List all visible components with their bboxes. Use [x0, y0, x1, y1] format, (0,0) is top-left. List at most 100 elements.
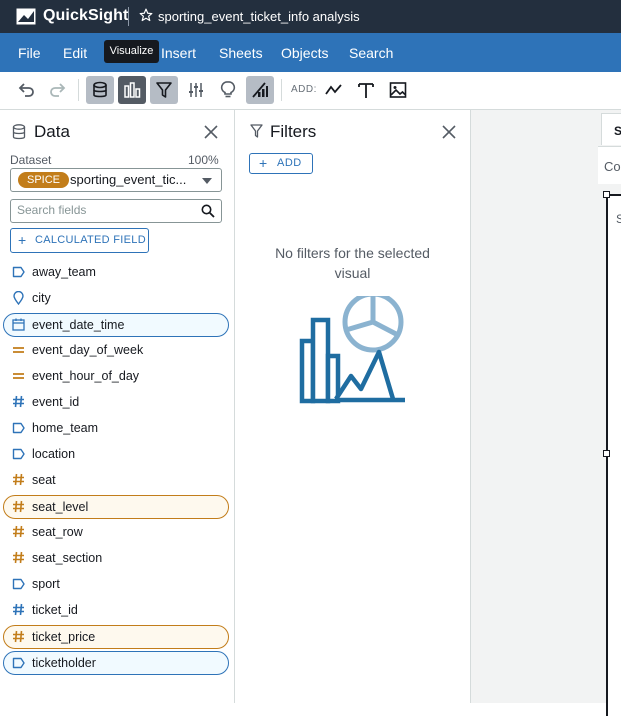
dataset-label: Dataset — [10, 153, 52, 167]
menu-insert[interactable]: Insert — [161, 45, 196, 61]
calculated-field-label: CALCULATED FIELD — [35, 234, 146, 246]
data-panel: Data Dataset 100% SPICE sporting_event_t… — [0, 110, 235, 703]
dimension-tag-icon — [12, 447, 25, 465]
plus-icon: + — [259, 155, 268, 171]
plus-icon: + — [18, 232, 27, 248]
brand-name[interactable]: QuickSight — [43, 7, 128, 25]
field-name: seat_row — [32, 525, 83, 539]
quicksight-logo-icon[interactable] — [16, 8, 36, 30]
data-panel-title: Data — [34, 122, 70, 141]
dimension-tag-icon — [12, 656, 25, 674]
field-name: ticket_id — [32, 603, 78, 617]
undo-icon[interactable] — [12, 76, 40, 104]
field-item-away-team[interactable]: away_team — [4, 261, 228, 283]
star-icon[interactable] — [139, 8, 153, 27]
dimension-tag-icon — [12, 421, 25, 439]
field-item-event-hour-of-day[interactable]: event_hour_of_day — [4, 365, 228, 387]
add-label: ADD: — [291, 84, 317, 95]
add-text-icon[interactable] — [352, 76, 380, 104]
field-name: seat_section — [32, 551, 103, 565]
field-item-event-date-time[interactable]: event_date_time — [3, 313, 229, 337]
field-name: city — [32, 291, 51, 305]
field-item-event-day-of-week[interactable]: event_day_of_week — [4, 339, 228, 361]
equals-icon — [12, 343, 25, 361]
field-item-seat[interactable]: seat — [4, 469, 228, 491]
analysis-title[interactable]: sporting_event_ticket_info analysis — [158, 9, 360, 24]
field-item-seat-level[interactable]: seat_level — [3, 495, 229, 519]
field-item-ticketholder[interactable]: ticketholder — [3, 651, 229, 675]
hash-icon — [12, 525, 25, 543]
sheet-tab[interactable]: S — [601, 113, 621, 145]
no-filters-message: No filters for the selected visual — [275, 245, 430, 281]
resize-handle[interactable] — [603, 191, 610, 198]
field-name: seat — [32, 473, 56, 487]
add-filter-button[interactable]: + ADD — [249, 153, 313, 174]
canvas-header: Co — [598, 146, 621, 184]
close-icon[interactable] — [442, 125, 458, 141]
redo-icon[interactable] — [44, 76, 72, 104]
search-fields-input[interactable] — [17, 203, 187, 217]
calculated-field-button[interactable]: + CALCULATED FIELD — [10, 228, 149, 253]
insights-icon[interactable] — [214, 76, 242, 104]
database-icon — [12, 124, 26, 145]
field-item-location[interactable]: location — [4, 443, 228, 465]
field-item-seat-row[interactable]: seat_row — [4, 521, 228, 543]
menu-edit[interactable]: Edit — [63, 45, 87, 61]
field-name: sport — [32, 577, 60, 591]
field-name: ticketholder — [32, 656, 96, 670]
field-name: home_team — [32, 421, 99, 435]
field-item-ticket-id[interactable]: ticket_id — [4, 599, 228, 621]
field-item-ticket-price[interactable]: ticket_price — [3, 625, 229, 649]
field-item-sport[interactable]: sport — [4, 573, 228, 595]
dataset-select[interactable]: SPICE sporting_event_tic... — [10, 168, 222, 192]
title-bar: QuickSight sporting_event_ticket_info an… — [0, 0, 621, 33]
toolbar-divider — [78, 79, 79, 101]
themes-icon[interactable] — [246, 76, 274, 104]
field-name: away_team — [32, 265, 96, 279]
hash-icon — [12, 473, 25, 491]
field-name: event_day_of_week — [32, 343, 144, 357]
menu-search[interactable]: Search — [349, 45, 393, 61]
menu-file[interactable]: File — [18, 45, 41, 61]
filters-panel: Filters + ADD No filters for the selecte… — [235, 110, 471, 703]
field-name: event_date_time — [32, 318, 125, 332]
visual-title: S — [616, 212, 621, 226]
equals-icon — [12, 369, 25, 387]
spice-badge: SPICE — [18, 172, 70, 188]
hash-icon — [12, 551, 25, 569]
visualize-tooltip: Visualize — [104, 40, 159, 63]
resize-handle[interactable] — [603, 450, 610, 457]
field-item-event-id[interactable]: event_id — [4, 391, 228, 413]
search-fields-box[interactable] — [10, 199, 222, 223]
empty-chart-illustration-icon — [299, 291, 407, 409]
menu-sheets[interactable]: Sheets — [219, 45, 263, 61]
search-icon[interactable] — [201, 204, 215, 223]
close-icon[interactable] — [204, 125, 220, 141]
toolbar: ADD: — [0, 72, 621, 110]
field-item-home-team[interactable]: home_team — [4, 417, 228, 439]
add-visual-icon[interactable] — [320, 76, 348, 104]
field-name: event_id — [32, 395, 80, 409]
parameters-icon[interactable] — [182, 76, 210, 104]
filters-panel-title: Filters — [270, 122, 317, 141]
field-name: ticket_price — [32, 630, 96, 644]
menu-bar: File Edit Insert Sheets Objects Search — [0, 33, 621, 72]
analysis-canvas[interactable]: S Co S — [471, 110, 621, 716]
menu-objects[interactable]: Objects — [281, 45, 328, 61]
dataset-name: sporting_event_tic... — [70, 172, 187, 187]
location-pin-icon — [12, 290, 25, 310]
add-filter-label: ADD — [277, 157, 302, 169]
filter-icon[interactable] — [150, 76, 178, 104]
caret-down-icon — [202, 178, 212, 184]
dimension-tag-icon — [12, 577, 25, 595]
field-name: event_hour_of_day — [32, 369, 140, 383]
visualize-icon[interactable] — [118, 76, 146, 104]
data-icon[interactable] — [86, 76, 114, 104]
hash-icon — [12, 603, 25, 621]
field-item-city[interactable]: city — [4, 287, 228, 309]
field-item-seat-section[interactable]: seat_section — [4, 547, 228, 569]
dataset-percent: 100% — [188, 153, 219, 167]
add-image-icon[interactable] — [384, 76, 412, 104]
calendar-icon — [12, 318, 25, 336]
filter-funnel-icon — [250, 124, 263, 143]
